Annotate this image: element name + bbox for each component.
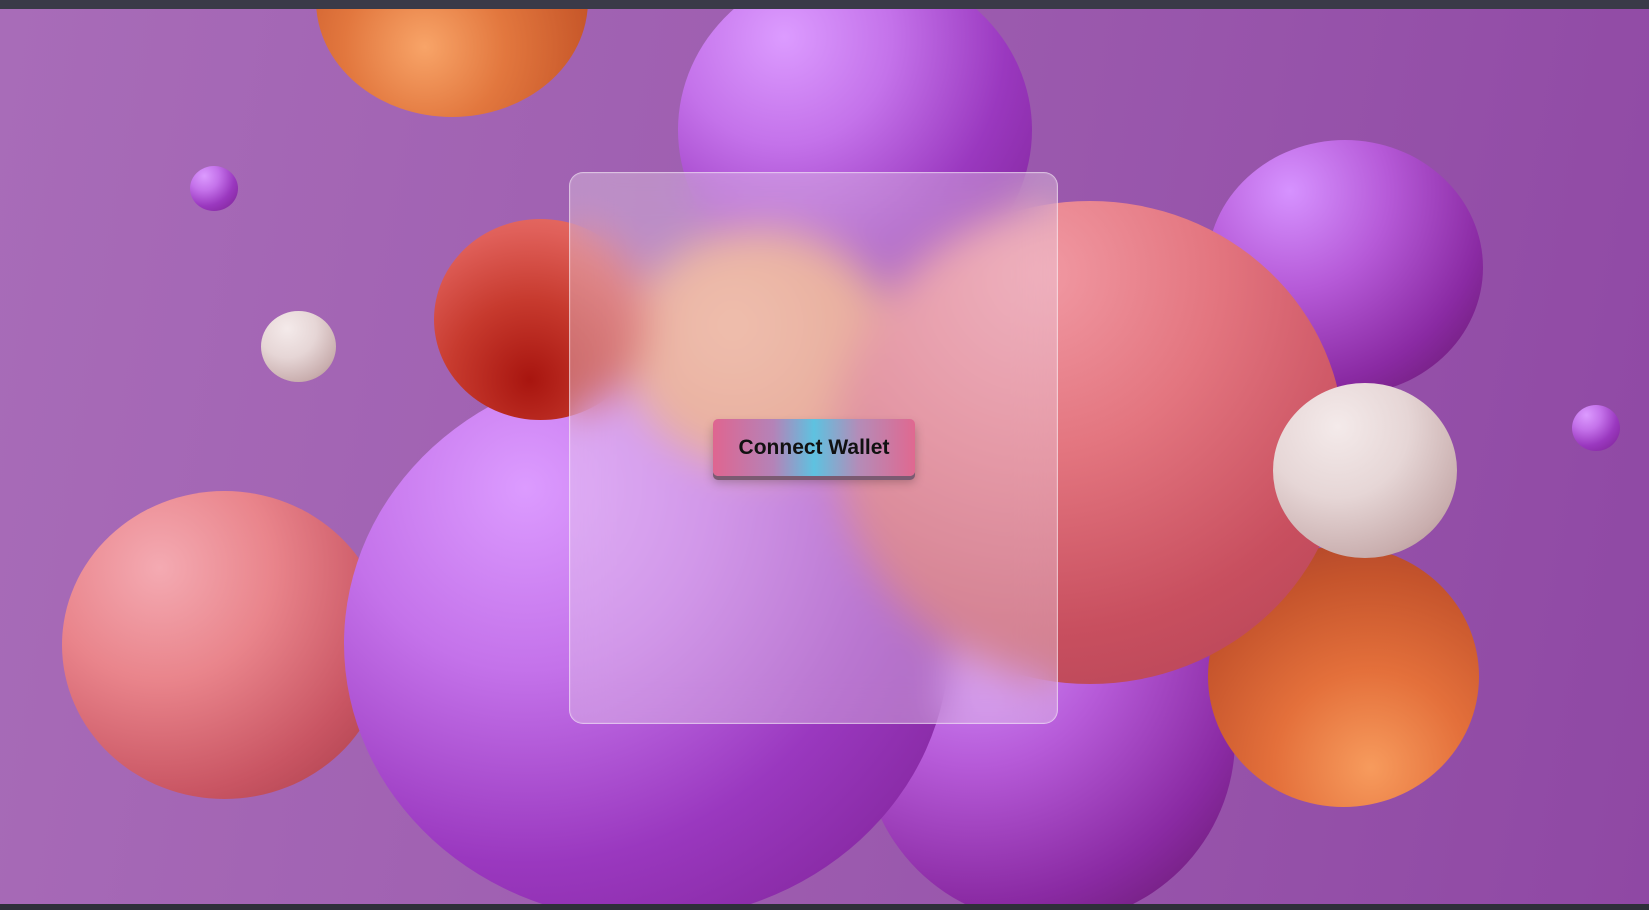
- white-sphere-right: [1273, 383, 1457, 558]
- small-purple-sphere-right: [1572, 405, 1620, 451]
- bottom-window-bar: [0, 904, 1649, 910]
- top-window-bar: [0, 0, 1649, 9]
- white-sphere-left: [261, 311, 336, 382]
- pink-sphere-left: [62, 491, 387, 799]
- connect-wallet-button[interactable]: Connect Wallet: [713, 419, 915, 476]
- small-purple-sphere-left: [190, 166, 238, 211]
- orange-sphere-top: [316, 9, 588, 117]
